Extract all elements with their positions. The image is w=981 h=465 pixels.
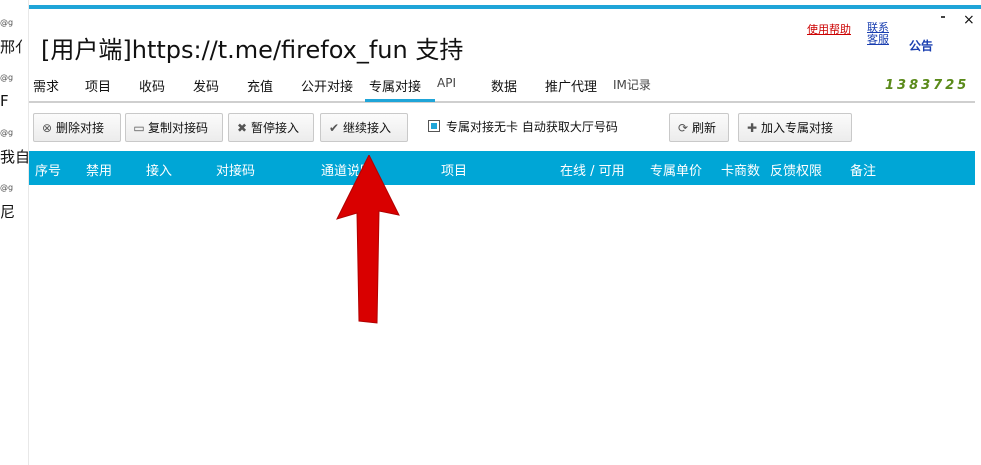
refresh-icon: ⟳ <box>677 120 689 135</box>
delete-circle-icon: ⊗ <box>41 120 53 135</box>
tab-demand[interactable]: 需求 <box>33 76 59 95</box>
main-menu: 需求 项目 收码 发码 充值 公开对接 专属对接 API 数据 推广代理 IM记… <box>29 76 981 100</box>
column-header-index[interactable]: 序号 <box>35 160 61 179</box>
window-title: [用户端]https://t.me/firefox_fun 支持 <box>41 30 463 65</box>
title-main: https://t.me/firefox_fun 支持 <box>131 36 464 64</box>
refresh-button[interactable]: ⟳ 刷新 <box>669 113 729 142</box>
pause-access-button[interactable]: ✖ 暂停接入 <box>228 113 314 142</box>
title-prefix: [用户端] <box>41 36 132 64</box>
add-exclusive-dock-label: 加入专属对接 <box>761 121 834 135</box>
background-text: F <box>0 92 9 110</box>
tab-im-records[interactable]: IM记录 <box>613 76 651 93</box>
column-header-dock-code[interactable]: 对接码 <box>216 160 255 179</box>
column-header-access[interactable]: 接入 <box>146 160 172 179</box>
delete-dock-label: 删除对接 <box>56 121 105 135</box>
screen: @g 邢亻 @g F @g 我自 @g 尼 [用户端]https://t.me/… <box>0 0 981 465</box>
service-link-line2: 客服 <box>867 33 889 46</box>
table-header: 序号 禁用 接入 对接码 通道说明 项目 在线 / 可用 专属单价 卡商数 反馈… <box>29 151 975 185</box>
minimize-button[interactable] <box>941 16 945 18</box>
column-header-vendor-count[interactable]: 卡商数 <box>721 160 760 179</box>
background-text: 我自 <box>0 148 31 166</box>
background-text: @g <box>0 183 14 192</box>
column-header-online-available[interactable]: 在线 / 可用 <box>560 160 625 179</box>
background-text: @g <box>0 18 14 27</box>
auto-fetch-label: 专属对接无卡 自动获取大厅号码 <box>446 120 618 134</box>
column-header-feedback[interactable]: 反馈权限 <box>770 160 822 179</box>
column-header-notes[interactable]: 备注 <box>850 160 876 179</box>
annotation-arrow-icon <box>336 155 400 324</box>
menu-divider <box>29 101 975 103</box>
tab-public-dock[interactable]: 公开对接 <box>301 76 353 95</box>
tab-receive-code[interactable]: 收码 <box>139 76 165 95</box>
background-window-strip: @g 邢亻 @g F @g 我自 @g 尼 <box>0 0 31 465</box>
tab-exclusive-dock[interactable]: 专属对接 <box>369 76 421 95</box>
background-text: @g <box>0 128 14 137</box>
close-button[interactable]: × <box>963 12 975 28</box>
column-header-unit-price[interactable]: 专属单价 <box>650 160 702 179</box>
auto-fetch-checkbox[interactable] <box>428 120 440 132</box>
delete-dock-button[interactable]: ⊗ 删除对接 <box>33 113 121 142</box>
refresh-label: 刷新 <box>692 121 717 135</box>
active-tab-indicator <box>365 99 435 102</box>
copy-dock-code-label: 复制对接码 <box>148 121 209 135</box>
table-body <box>29 185 975 465</box>
pause-x-icon: ✖ <box>236 120 248 135</box>
resume-access-label: 继续接入 <box>343 121 392 135</box>
window-accent-bar <box>29 5 981 9</box>
tab-project[interactable]: 项目 <box>85 76 111 95</box>
column-header-disabled[interactable]: 禁用 <box>86 160 112 179</box>
background-text: 邢亻 <box>0 38 31 56</box>
tab-promotion-agent[interactable]: 推广代理 <box>545 76 597 95</box>
pause-access-label: 暂停接入 <box>251 121 300 135</box>
background-text: 尼 <box>0 203 16 221</box>
add-exclusive-dock-button[interactable]: ✚ 加入专属对接 <box>738 113 852 142</box>
main-window: [用户端]https://t.me/firefox_fun 支持 使用帮助 联系… <box>28 0 981 465</box>
plus-icon: ✚ <box>746 120 758 135</box>
background-text: @g <box>0 73 14 82</box>
counter-display: 1383725 <box>885 78 970 93</box>
tab-send-code[interactable]: 发码 <box>193 76 219 95</box>
tab-data[interactable]: 数据 <box>491 76 517 95</box>
contact-service-link[interactable]: 联系 客服 <box>867 22 889 46</box>
folder-icon: ▭ <box>133 120 145 135</box>
copy-dock-code-button[interactable]: ▭ 复制对接码 <box>125 113 223 142</box>
column-header-project[interactable]: 项目 <box>441 160 467 179</box>
tab-api[interactable]: API <box>437 76 456 90</box>
notice-link[interactable]: 公告 <box>909 37 933 54</box>
resume-access-button[interactable]: ✔ 继续接入 <box>320 113 408 142</box>
check-icon: ✔ <box>328 120 340 135</box>
help-link[interactable]: 使用帮助 <box>807 21 851 37</box>
tab-recharge[interactable]: 充值 <box>247 76 273 95</box>
